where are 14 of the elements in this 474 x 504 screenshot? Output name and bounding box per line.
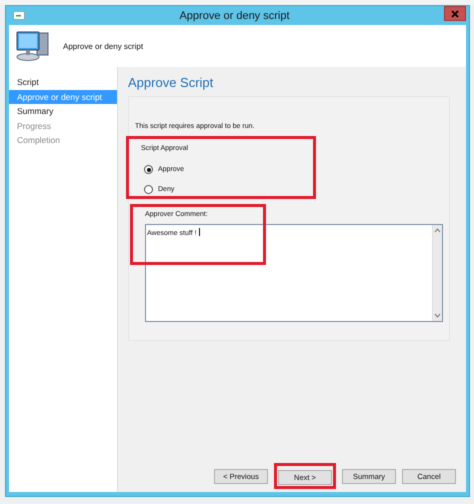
- computer-icon: [15, 30, 51, 62]
- radio-button[interactable]: [144, 165, 153, 174]
- scroll-bar[interactable]: [432, 225, 442, 321]
- header-title: Approve or deny script: [63, 42, 144, 50]
- radio-button[interactable]: [144, 185, 153, 194]
- scroll-up-icon[interactable]: [434, 228, 441, 233]
- nav-item[interactable]: Script: [9, 75, 117, 90]
- window-title: Approve or deny script: [178, 10, 291, 22]
- nav-item[interactable]: Summary: [9, 104, 117, 118]
- page-heading: Approve Script: [128, 75, 214, 90]
- close-button[interactable]: [444, 6, 466, 21]
- close-icon: [451, 10, 459, 18]
- scroll-down-icon[interactable]: [434, 313, 441, 318]
- window-icon: [13, 11, 25, 20]
